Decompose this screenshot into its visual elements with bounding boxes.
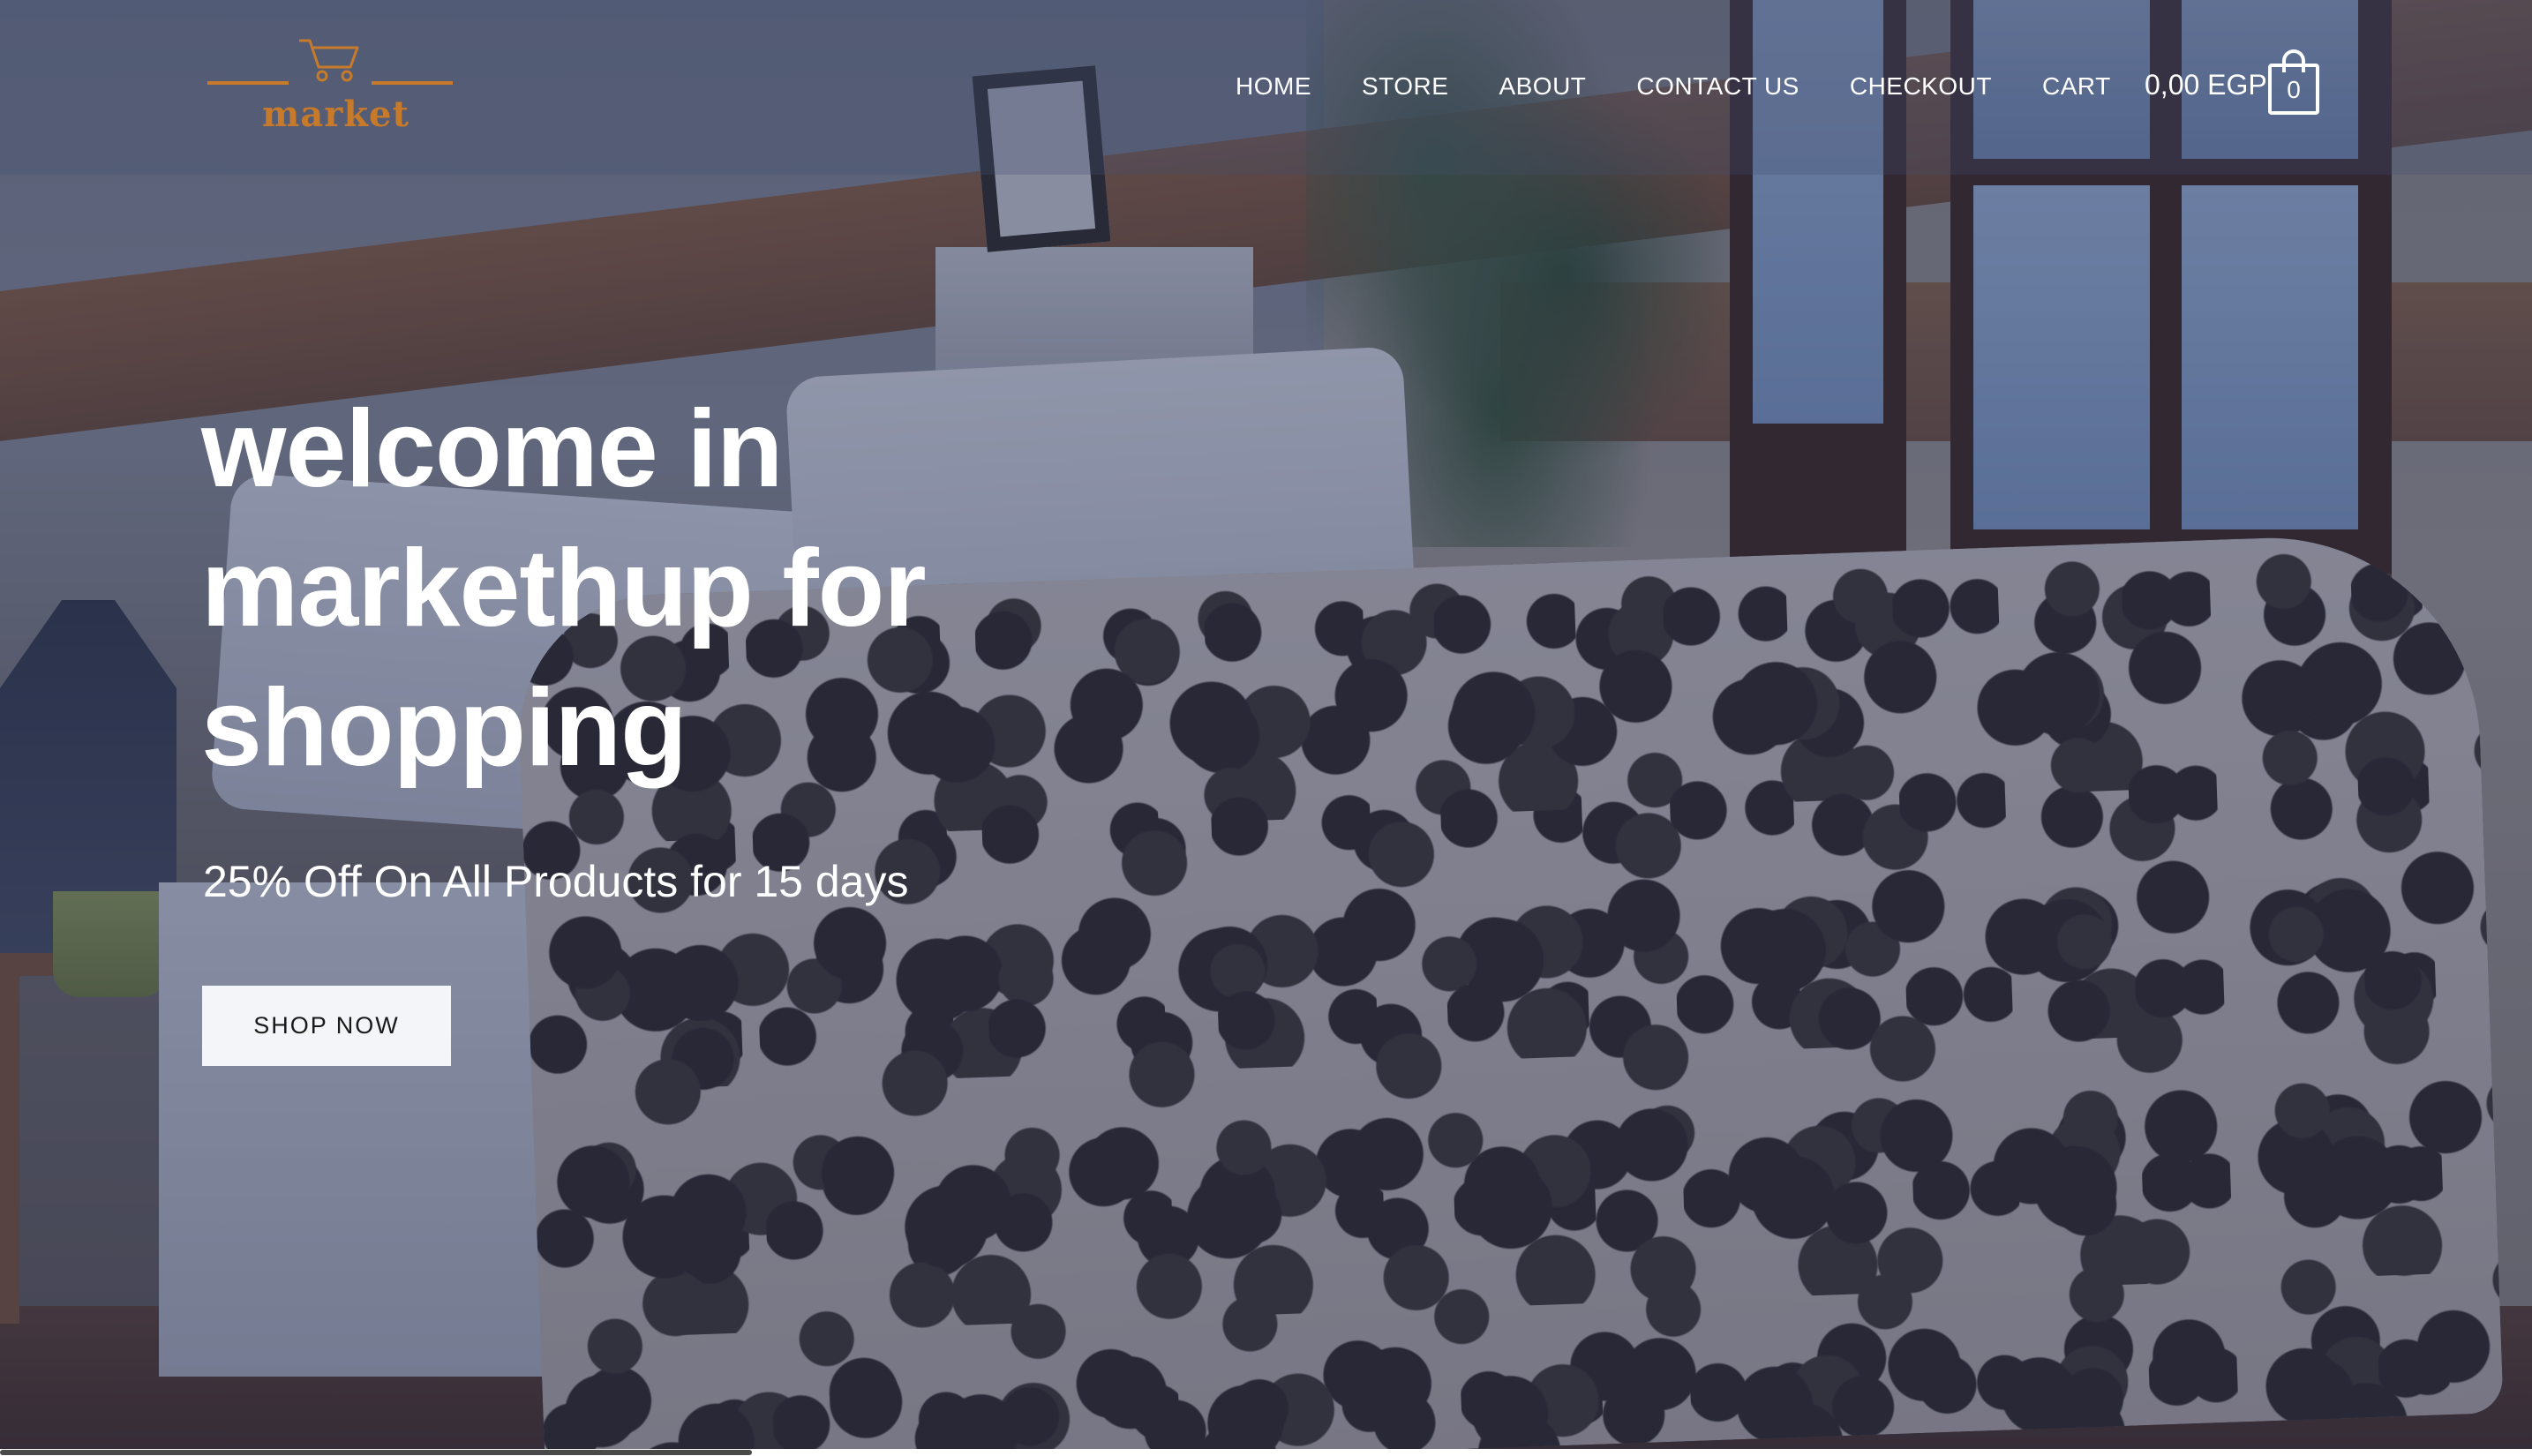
site-header: market HOME STORE ABOUT CONTACT US CHECK…: [0, 0, 2532, 175]
nav-item-store[interactable]: STORE: [1362, 67, 1448, 106]
logo-rule: [207, 81, 289, 85]
cart-count: 0: [2287, 76, 2301, 103]
logo[interactable]: market: [207, 34, 455, 139]
cart-icon: [299, 39, 359, 82]
nav-item-contact-us[interactable]: CONTACT US: [1636, 67, 1799, 106]
logo-rule: [372, 81, 453, 85]
horizontal-scrollbar[interactable]: [0, 1450, 752, 1455]
hero-headline: welcome in markethup for shopping: [201, 388, 927, 789]
shop-now-button[interactable]: SHOP NOW: [202, 986, 451, 1066]
nav-item-home[interactable]: HOME: [1236, 67, 1311, 106]
shopping-bag-icon[interactable]: 0: [2268, 49, 2319, 115]
cart-total[interactable]: 0,00 EGP: [2145, 65, 2267, 104]
logo-text: market: [262, 94, 409, 135]
main-nav: HOME STORE ABOUT CONTACT US CHECKOUT CAR…: [1236, 67, 2111, 106]
nav-item-about[interactable]: ABOUT: [1499, 67, 1586, 106]
nav-item-checkout[interactable]: CHECKOUT: [1850, 67, 1992, 106]
nav-item-cart[interactable]: CART: [2042, 67, 2111, 106]
hero-subline: 25% Off On All Products for 15 days: [203, 857, 909, 906]
